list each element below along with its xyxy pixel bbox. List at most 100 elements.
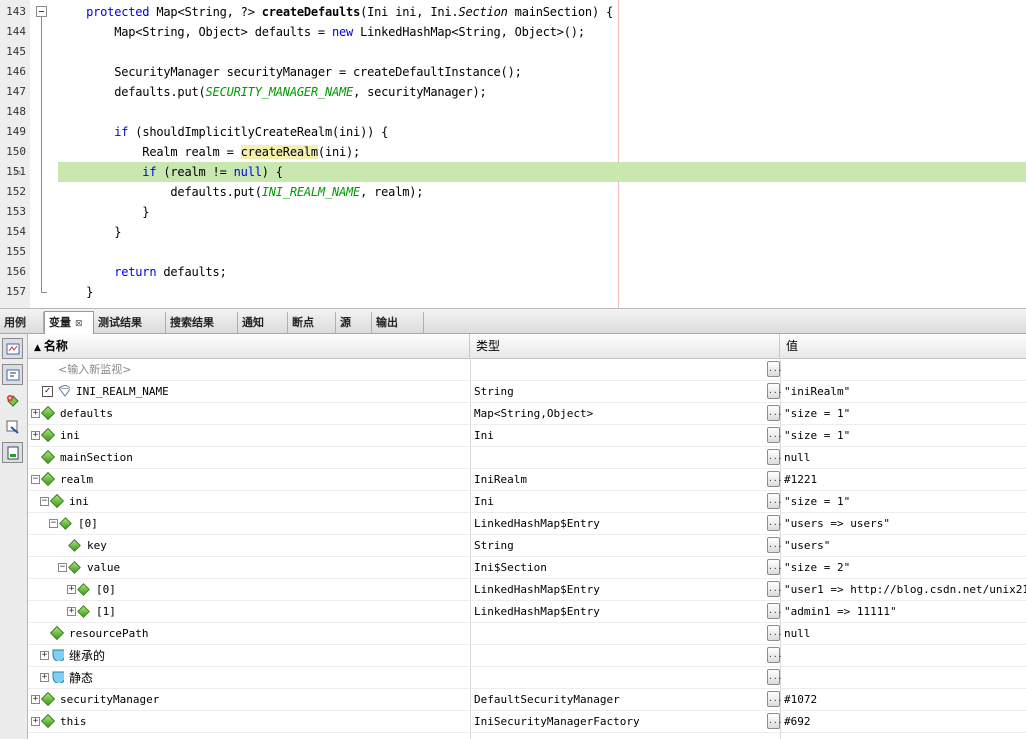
code-editor[interactable]: 143 protected Map<String, ?> createDefau… [0, 0, 1026, 308]
collapse-icon[interactable]: − [58, 563, 67, 572]
variable-value-cell[interactable]: "size = 2" [784, 557, 1026, 579]
show-types-button[interactable] [2, 416, 23, 437]
variables-tree-table[interactable]: ▲ 名称 类型 值 <输入新监视> ... ✓ INI_REALM_NAME Stri… [28, 334, 1026, 739]
value-edit-button[interactable]: ... [767, 361, 782, 377]
variable-value-cell[interactable] [784, 667, 1026, 689]
value-edit-button[interactable]: ... [767, 383, 782, 399]
variable-value-cell[interactable]: "size = 1" [784, 491, 1026, 513]
value-edit-button[interactable]: ... [767, 669, 782, 685]
expand-icon[interactable]: + [40, 651, 49, 660]
code-line[interactable]: 149 if (shouldImplicitlyCreateRealm(ini)… [0, 122, 1026, 142]
tab-search-results[interactable]: 搜索结果 [166, 312, 238, 334]
variable-value-cell[interactable]: "users" [784, 535, 1026, 557]
code-line[interactable]: 150 Realm realm = createRealm(ini); [0, 142, 1026, 162]
variable-value-cell[interactable]: null [784, 447, 1026, 469]
table-row[interactable]: + 继承的... [28, 645, 1026, 667]
show-formatter-toggle[interactable] [2, 338, 23, 359]
variable-value-cell[interactable] [784, 645, 1026, 667]
expand-icon[interactable]: + [67, 607, 76, 616]
code-line[interactable]: 148 [0, 102, 1026, 122]
expand-icon[interactable]: + [31, 717, 40, 726]
table-row[interactable]: + this IniSecurityManagerFactory... #692 [28, 711, 1026, 733]
table-row[interactable]: − ini Ini... "size = 1" [28, 491, 1026, 513]
code-line[interactable]: 143 protected Map<String, ?> createDefau… [0, 2, 1026, 22]
variable-value-cell[interactable]: "user1 => http://blog.csdn.net/unix21" [784, 579, 1026, 601]
line-number[interactable]: 144 [0, 22, 26, 42]
tab-output[interactable]: 输出 [372, 312, 424, 334]
tab-test-results[interactable]: 测试结果 [94, 312, 166, 334]
table-row[interactable]: key String... "users" [28, 535, 1026, 557]
variable-value-cell[interactable]: "size = 1" [784, 403, 1026, 425]
code-line[interactable]: 145 [0, 42, 1026, 62]
line-number[interactable]: 155 [0, 242, 26, 262]
line-number[interactable]: 154 [0, 222, 26, 242]
value-edit-button[interactable]: ... [767, 713, 782, 729]
variable-value-cell[interactable]: #1072 [784, 689, 1026, 711]
table-row[interactable]: + [0] LinkedHashMap$Entry... "user1 => http… [28, 579, 1026, 601]
line-number[interactable]: 149 [0, 122, 26, 142]
variable-value-cell[interactable]: "users => users" [784, 513, 1026, 535]
expand-icon[interactable]: + [31, 695, 40, 704]
tab-breakpoints[interactable]: 断点 [288, 312, 336, 334]
value-edit-button[interactable]: ... [767, 493, 782, 509]
new-watch-row[interactable]: <输入新监视> ... [28, 359, 1026, 381]
tab-close-icon[interactable]: ⊠ [75, 319, 83, 329]
value-edit-button[interactable]: ... [767, 537, 782, 553]
line-number[interactable]: 153 [0, 202, 26, 222]
column-header-value[interactable]: 值 [780, 334, 1026, 358]
value-edit-button[interactable]: ... [767, 471, 782, 487]
line-number[interactable]: 152 [0, 182, 26, 202]
expand-icon[interactable]: + [67, 585, 76, 594]
column-header-type[interactable]: 类型 [470, 334, 780, 358]
show-static-toggle[interactable] [2, 364, 23, 385]
value-edit-button[interactable]: ... [767, 515, 782, 531]
tab-usages[interactable]: 用例 [0, 312, 44, 334]
line-number[interactable]: 148 [0, 102, 26, 122]
code-line[interactable]: 151 ⇨ if (realm != null) { [0, 162, 1026, 182]
value-edit-button[interactable]: ... [767, 647, 782, 663]
value-edit-button[interactable]: ... [767, 405, 782, 421]
code-line[interactable]: 155 [0, 242, 1026, 262]
expand-icon[interactable]: + [40, 673, 49, 682]
column-header-name[interactable]: ▲ 名称 [28, 334, 470, 358]
value-edit-button[interactable]: ... [767, 625, 782, 641]
line-number[interactable]: 146 [0, 62, 26, 82]
tab-variables[interactable]: 变量 ⊠ [44, 311, 94, 335]
line-number[interactable]: 156 [0, 262, 26, 282]
table-row[interactable]: + ini Ini... "size = 1" [28, 425, 1026, 447]
variable-value-cell[interactable]: "size = 1" [784, 425, 1026, 447]
collapse-icon[interactable]: − [31, 475, 40, 484]
table-row[interactable]: + securityManager DefaultSecurityManager..… [28, 689, 1026, 711]
line-number[interactable]: 147 [0, 82, 26, 102]
table-row[interactable]: + [1] LinkedHashMap$Entry... "admin1 => 111… [28, 601, 1026, 623]
tab-notifications[interactable]: 通知 [238, 312, 288, 334]
line-number[interactable]: 151 [0, 162, 26, 182]
variable-value-cell[interactable]: #692 [784, 711, 1026, 733]
value-edit-button[interactable]: ... [767, 691, 782, 707]
code-line[interactable]: 157 } [0, 282, 1026, 302]
variable-value-cell[interactable]: "iniRealm" [784, 381, 1026, 403]
code-line[interactable]: 154 } [0, 222, 1026, 242]
code-line[interactable]: 156 return defaults; [0, 262, 1026, 282]
line-number[interactable]: 143 [0, 2, 26, 22]
line-number[interactable]: 145 [0, 42, 26, 62]
code-line[interactable]: 146 SecurityManager securityManager = cr… [0, 62, 1026, 82]
collapse-icon[interactable]: − [40, 497, 49, 506]
value-edit-button[interactable]: ... [767, 581, 782, 597]
table-row[interactable]: − realm IniRealm... #1221 [28, 469, 1026, 491]
expand-icon[interactable]: + [31, 409, 40, 418]
code-line[interactable]: 144 Map<String, Object> defaults = new L… [0, 22, 1026, 42]
variable-value-cell[interactable]: #1221 [784, 469, 1026, 491]
table-row[interactable]: + 静态... [28, 667, 1026, 689]
code-line[interactable]: 152 defaults.put(INI_REALM_NAME, realm); [0, 182, 1026, 202]
value-edit-button[interactable]: ... [767, 559, 782, 575]
code-line[interactable]: 147 defaults.put(SECURITY_MANAGER_NAME, … [0, 82, 1026, 102]
line-number[interactable]: 157 [0, 282, 26, 302]
new-watch-button[interactable] [2, 390, 23, 411]
new-watch-placeholder[interactable]: <输入新监视> [58, 359, 131, 381]
table-row[interactable]: mainSection... null [28, 447, 1026, 469]
expand-icon[interactable]: + [31, 431, 40, 440]
variable-value-cell[interactable]: "admin1 => 11111" [784, 601, 1026, 623]
variable-value-cell[interactable]: null [784, 623, 1026, 645]
table-row[interactable]: + defaults Map<String,Object>... "size = 1" [28, 403, 1026, 425]
